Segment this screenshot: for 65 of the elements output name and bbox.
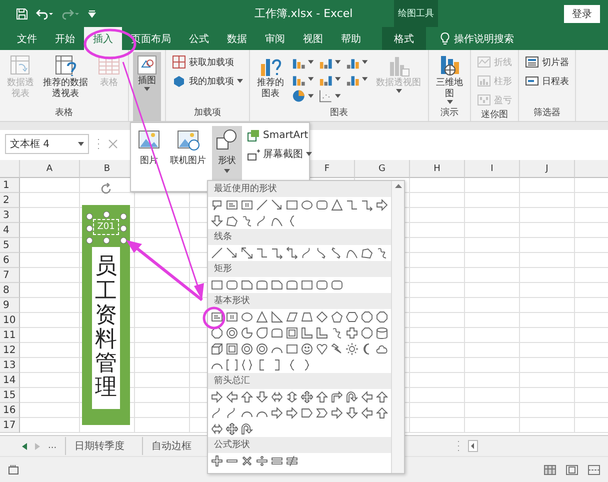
ribbon-button[interactable]: 推荐的数据透视表 [40, 52, 91, 102]
group-label: 加载项 [193, 106, 222, 120]
ribbon-tab[interactable]: 文件 [8, 27, 46, 50]
row-header[interactable]: 12 [0, 343, 20, 358]
row-header[interactable]: 7 [0, 268, 20, 283]
section-title: 箭头总汇 [208, 373, 391, 389]
menu-button[interactable]: 屏幕截图 [245, 146, 314, 162]
more-sheets[interactable]: ... [48, 441, 57, 451]
row-header[interactable]: 9 [0, 298, 20, 313]
group-label: 迷你图 [480, 108, 509, 122]
group-label: 筛选器 [532, 106, 562, 120]
menu-button[interactable]: SmartArt [245, 128, 314, 143]
section-title: 矩形 [208, 261, 391, 277]
column-header[interactable]: A [20, 160, 80, 178]
row-header[interactable]: 15 [0, 388, 20, 403]
sign-in-button[interactable]: 登录 [564, 4, 600, 22]
column-header[interactable]: I [465, 160, 520, 178]
row-header[interactable]: 11 [0, 328, 20, 343]
row-header[interactable]: 5 [0, 238, 20, 253]
ribbon-tab[interactable]: 公式 [180, 27, 218, 50]
ribbon-tab[interactable]: 审阅 [256, 27, 294, 50]
row-header[interactable]: 3 [0, 208, 20, 223]
row-header[interactable]: 4 [0, 223, 20, 238]
ribbon-tab[interactable]: 视图 [294, 27, 332, 50]
section-title: 公式形状 [208, 437, 391, 453]
column-header[interactable]: H [410, 160, 465, 178]
window-title: 工作簿.xlsx - Excel [253, 6, 354, 21]
sheet-tab[interactable]: 日期转季度 [64, 437, 134, 455]
menu-button[interactable]: 形状 [212, 126, 242, 180]
row-header[interactable]: 14 [0, 373, 20, 388]
section-title: 最近使用的形状 [208, 181, 391, 197]
section-title: 线条 [208, 229, 391, 245]
ribbon-button[interactable]: 获取加载项 [170, 54, 245, 70]
ribbon-dropdown-button[interactable]: 插图 [133, 52, 161, 121]
ribbon-tab[interactable]: 开始 [46, 27, 84, 50]
row-header[interactable]: 13 [0, 358, 20, 373]
group-label: 表格 [54, 106, 74, 120]
ribbon-button[interactable]: 切片器 [523, 54, 571, 70]
shape-label: Z01 [93, 219, 119, 235]
text-box-shape[interactable]: Z01 员工资料管理 [82, 205, 130, 425]
ribbon-button[interactable]: 我的加载项 [170, 73, 245, 89]
vertical-text-box: 员工资料管理 [92, 247, 120, 409]
row-header[interactable]: 1 [0, 178, 20, 193]
group-label: 演示 [440, 106, 460, 120]
row-header[interactable]: 8 [0, 283, 20, 298]
group-label: 图表 [329, 106, 349, 120]
drawing-tools-label: 绘图工具 [394, 0, 438, 27]
row-header[interactable]: 16 [0, 403, 20, 418]
ribbon-tab[interactable]: 数据 [218, 27, 256, 50]
row-header[interactable]: 6 [0, 253, 20, 268]
ribbon-button[interactable]: 日程表 [523, 73, 571, 89]
row-header[interactable]: 17 [0, 418, 20, 433]
menu-button[interactable]: 联机图片 [167, 126, 209, 180]
row-header[interactable]: 2 [0, 193, 20, 208]
section-title: 基本形状 [208, 293, 391, 309]
column-header[interactable]: G [355, 160, 410, 178]
tell-me-search[interactable]: 操作说明搜索 [454, 32, 514, 46]
ribbon-tab[interactable]: 帮助 [332, 27, 370, 50]
ribbon-tab[interactable]: 格式 [382, 27, 426, 50]
ribbon-button[interactable]: 三维地图 [433, 52, 466, 106]
name-box[interactable]: 文本框 4 [5, 134, 89, 154]
sheet-tab[interactable]: 自动边框 [142, 437, 201, 455]
column-header[interactable]: J [520, 160, 575, 178]
ribbon-button[interactable]: 推荐的图表 [254, 52, 287, 102]
row-header[interactable]: 10 [0, 313, 20, 328]
